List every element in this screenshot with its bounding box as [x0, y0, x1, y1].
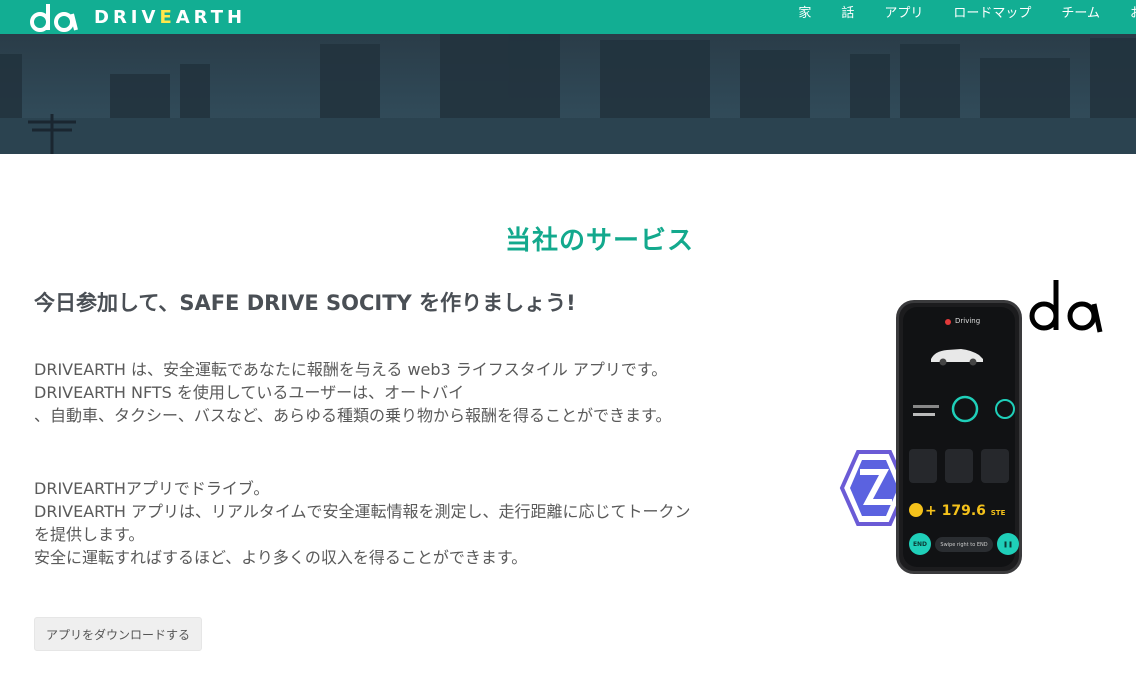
- da-logo-icon: [30, 4, 78, 32]
- intro-line: DRIVEARTH は、安全運転であなたに報酬を与える web3 ライフスタイル…: [34, 360, 668, 379]
- phone-screen-title: Driving: [955, 317, 981, 325]
- intro-line: 、自動車、タクシー、バスなど、あらゆる種類の乗り物から報酬を得ることができます。: [34, 406, 672, 425]
- nav-item-app[interactable]: アプリ: [884, 2, 923, 21]
- pause-icon: ❚❚: [997, 533, 1019, 555]
- headline: 今日参加して、SAFE DRIVE SOCITY を作りましょう!: [34, 291, 576, 315]
- brand-name: DRIVEARTH: [94, 6, 247, 28]
- intro-line: DRIVEARTH NFTS を使用しているユーザーは、オートバイ: [34, 383, 465, 402]
- metric-cell-brake: [945, 449, 973, 483]
- city-skyline-illustration: [0, 34, 1136, 154]
- driving-stats-gauges: [913, 395, 1015, 423]
- car-icon: [931, 349, 983, 366]
- phone-controls: END Swipe right to END ❚❚: [909, 533, 1019, 561]
- description-line: を提供します。: [34, 525, 145, 544]
- swipe-to-end-slider: Swipe right to END: [935, 537, 993, 552]
- section-title: 当社のサービス: [505, 226, 695, 256]
- description-line: DRIVEARTHアプリでドライブ。: [34, 479, 270, 498]
- nav-item-roadmap[interactable]: ロードマップ: [953, 2, 1031, 21]
- recording-dot-icon: [945, 319, 951, 325]
- metric-cell-turning: [909, 449, 937, 483]
- brand-logo[interactable]: DRIVEARTH: [28, 0, 246, 34]
- coin-icon: [909, 503, 923, 517]
- app-description-paragraph: DRIVEARTHアプリでドライブ。 DRIVEARTH アプリは、リアルタイム…: [34, 477, 794, 569]
- phone-metric-grid: [909, 449, 1009, 485]
- description-line: 安全に運転すればするほど、より多くの収入を得ることができます。: [34, 548, 528, 567]
- nav-item-home[interactable]: 家: [798, 2, 811, 21]
- hero-banner-image: [0, 34, 1136, 154]
- nav-item-team[interactable]: チーム: [1061, 2, 1100, 21]
- description-line: DRIVEARTH アプリは、リアルタイムで安全運転情報を測定し、走行距離に応じ…: [34, 502, 691, 521]
- da-brand-mark-icon: [1029, 280, 1103, 333]
- download-app-button[interactable]: アプリをダウンロードする: [34, 617, 202, 651]
- phone-status-bar: Driving: [911, 317, 1007, 329]
- main-nav: 家 話 アプリ ロードマップ チーム お: [798, 0, 1136, 22]
- app-illustration: Driving + 179.6 STE END Swipe right to E…: [812, 272, 1108, 582]
- earned-amount: + 179.6 STE: [909, 503, 1011, 523]
- metric-cell-status: [981, 449, 1009, 483]
- phone-mockup: Driving + 179.6 STE END Swipe right to E…: [896, 300, 1022, 574]
- nav-item-story[interactable]: 話: [841, 2, 854, 21]
- top-navbar: DRIVEARTH 家 話 アプリ ロードマップ チーム お: [0, 0, 1136, 34]
- end-button: END: [909, 533, 931, 555]
- intro-paragraph: DRIVEARTH は、安全運転であなたに報酬を与える web3 ライフスタイル…: [34, 358, 794, 427]
- phone-screen: Driving + 179.6 STE END Swipe right to E…: [903, 307, 1019, 567]
- nav-item-more[interactable]: お: [1130, 2, 1136, 21]
